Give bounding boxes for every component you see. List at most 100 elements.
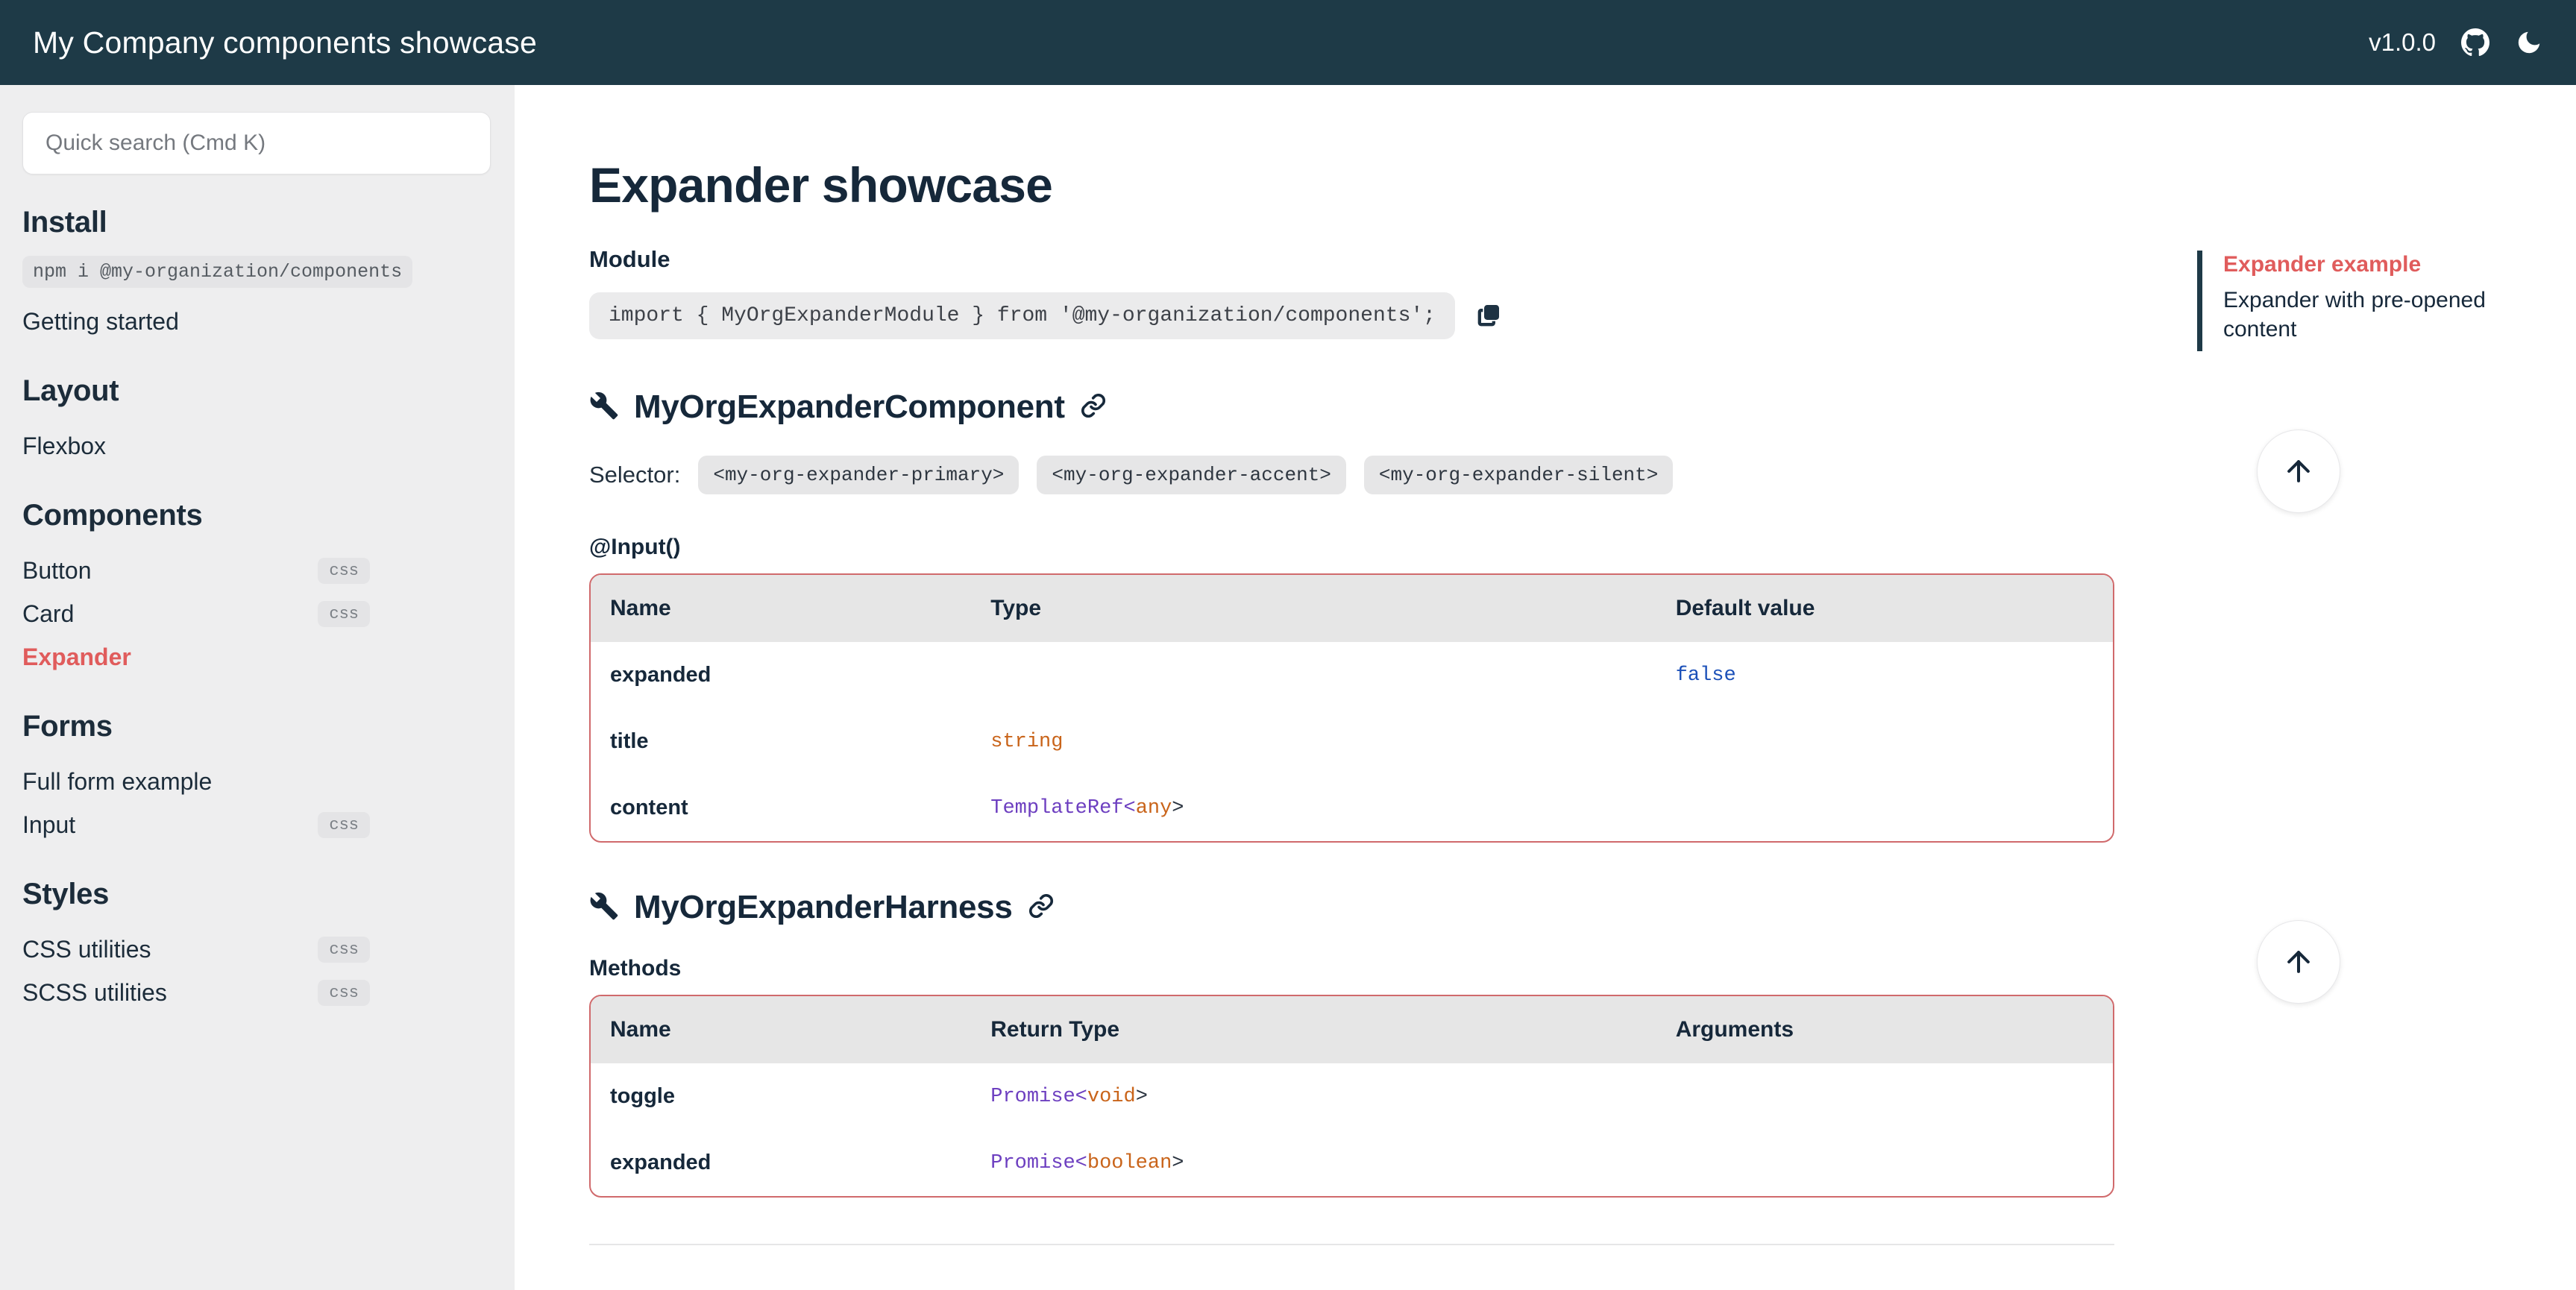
- sidebar-item-label: SCSS utilities: [22, 978, 167, 1006]
- column-header-arguments: Arguments: [1675, 1017, 1794, 1042]
- column-header-type: Type: [990, 596, 1042, 620]
- main-inner: Expander showcase Module import { MyOrgE…: [515, 157, 2163, 1245]
- moon-icon[interactable]: [2515, 28, 2543, 57]
- table-row: title string: [591, 708, 2113, 775]
- toc-item-expander-pre-opened[interactable]: Expander with pre-opened content: [2223, 286, 2510, 344]
- header-actions: v1.0.0: [2369, 28, 2543, 57]
- selector-row: Selector: <my-org-expander-primary> <my-…: [589, 456, 2111, 494]
- type-suffix: >: [1172, 796, 1184, 819]
- table-header-row: Name Return Type Arguments: [591, 996, 2113, 1063]
- sidebar-heading-install: Install: [22, 206, 107, 239]
- sidebar-section-install: Install npm i @my-organization/component…: [22, 206, 489, 343]
- type-generic: void: [1087, 1085, 1136, 1108]
- row-name: expanded: [610, 1151, 711, 1174]
- component-name: MyOrgExpanderComponent: [634, 388, 1065, 425]
- harness-name: MyOrgExpanderHarness: [634, 889, 1013, 925]
- row-name: content: [610, 796, 688, 819]
- sidebar-heading-layout: Layout: [22, 374, 119, 407]
- sidebar-section-components: Components Button css Card css Expander: [22, 499, 489, 679]
- row-default: [1656, 708, 2113, 775]
- sidebar-item-label: Full form example: [22, 767, 213, 795]
- column-header-name: Name: [610, 1017, 671, 1042]
- version-label: v1.0.0: [2369, 28, 2436, 56]
- sidebar-heading-forms: Forms: [22, 710, 113, 743]
- copy-icon[interactable]: [1473, 301, 1503, 331]
- sidebar-item-card[interactable]: Card css: [22, 592, 489, 635]
- table-row: toggle Promise<void>: [591, 1063, 2113, 1130]
- table-of-contents: Expander example Expander with pre-opene…: [2197, 251, 2510, 352]
- sidebar-item-label: Button: [22, 556, 92, 584]
- harness-section-heading: MyOrgExpanderHarness: [589, 889, 2111, 926]
- table-row: expanded false: [591, 642, 2113, 708]
- row-return-type: Promise<void>: [971, 1063, 1656, 1130]
- sidebar-item-full-form-example[interactable]: Full form example: [22, 760, 489, 803]
- link-icon[interactable]: [1080, 392, 1107, 423]
- row-type: [971, 642, 1656, 708]
- github-icon[interactable]: [2461, 28, 2489, 57]
- row-return-type: Promise<boolean>: [971, 1130, 1656, 1196]
- selector-label: Selector:: [589, 462, 681, 488]
- selector-chip-primary: <my-org-expander-primary>: [698, 456, 1020, 494]
- type-generic: any: [1135, 796, 1172, 819]
- scroll-to-top-button-component[interactable]: [2257, 430, 2340, 513]
- sidebar-heading-components: Components: [22, 499, 203, 532]
- module-import-row: import { MyOrgExpanderModule } from '@my…: [589, 292, 2111, 339]
- sidebar-item-scss-utilities[interactable]: SCSS utilities css: [22, 971, 489, 1014]
- page-title: My Company components showcase: [33, 25, 537, 60]
- import-statement: import { MyOrgExpanderModule } from '@my…: [589, 292, 1455, 339]
- type-suffix: >: [1172, 1151, 1184, 1174]
- table-row: expanded Promise<boolean>: [591, 1130, 2113, 1196]
- search-input[interactable]: [22, 112, 491, 174]
- row-type: string: [971, 708, 1656, 775]
- type-prefix: Promise<: [990, 1151, 1087, 1174]
- scroll-to-top-button-harness[interactable]: [2257, 920, 2340, 1004]
- css-badge: css: [318, 936, 370, 963]
- methods-table-label: Methods: [589, 956, 682, 981]
- sidebar-item-getting-started[interactable]: Getting started: [22, 300, 489, 343]
- css-badge: css: [318, 600, 370, 627]
- column-header-return-type: Return Type: [990, 1017, 1120, 1042]
- sidebar-item-label: Expander: [22, 643, 131, 670]
- row-name: title: [610, 729, 649, 753]
- row-default: [1656, 775, 2113, 841]
- link-icon[interactable]: [1028, 893, 1055, 923]
- module-label: Module: [589, 246, 670, 272]
- sidebar-item-flexbox[interactable]: Flexbox: [22, 424, 489, 468]
- row-type: TemplateRef<any>: [971, 775, 1656, 841]
- toc-item-expander-example[interactable]: Expander example: [2223, 251, 2510, 279]
- css-badge: css: [318, 811, 370, 838]
- sidebar-item-label: Card: [22, 600, 75, 627]
- arrow-up-icon: [2287, 951, 2310, 973]
- sidebar-item-label: Flexbox: [22, 432, 107, 459]
- css-badge: css: [318, 979, 370, 1006]
- sidebar-item-css-utilities[interactable]: CSS utilities css: [22, 928, 489, 971]
- type-prefix: TemplateRef<: [990, 796, 1136, 819]
- table-row: content TemplateRef<any>: [591, 775, 2113, 841]
- sidebar-item-label: Getting started: [22, 307, 179, 335]
- sidebar-item-button[interactable]: Button css: [22, 549, 489, 592]
- row-name: expanded: [610, 663, 711, 687]
- row-name: toggle: [610, 1084, 675, 1108]
- methods-table: Name Return Type Arguments toggle Promis…: [589, 995, 2114, 1198]
- wrench-icon: [589, 391, 619, 424]
- sidebar-section-styles: Styles CSS utilities css SCSS utilities …: [22, 878, 489, 1014]
- arrow-up-icon: [2287, 460, 2310, 482]
- type-prefix: string: [990, 730, 1064, 753]
- sidebar-item-input[interactable]: Input css: [22, 803, 489, 846]
- sidebar-section-layout: Layout Flexbox: [22, 374, 489, 468]
- npm-install-command[interactable]: npm i @my-organization/components: [22, 256, 413, 288]
- row-arguments: [1656, 1130, 2113, 1196]
- showcase-title: Expander showcase: [589, 157, 1053, 213]
- type-generic: boolean: [1087, 1151, 1172, 1174]
- sidebar-item-label: Input: [22, 811, 76, 838]
- section-divider: [589, 1244, 2114, 1245]
- app-body: Install npm i @my-organization/component…: [0, 85, 2576, 1290]
- row-default: false: [1675, 664, 1736, 687]
- component-section-heading: MyOrgExpanderComponent: [589, 388, 2111, 426]
- row-arguments: [1656, 1063, 2113, 1130]
- selector-chip-accent: <my-org-expander-accent>: [1037, 456, 1346, 494]
- sidebar-item-expander[interactable]: Expander: [22, 635, 489, 679]
- sidebar: Install npm i @my-organization/component…: [0, 85, 515, 1290]
- selector-chip-silent: <my-org-expander-silent>: [1363, 456, 1674, 494]
- sidebar-section-forms: Forms Full form example Input css: [22, 710, 489, 846]
